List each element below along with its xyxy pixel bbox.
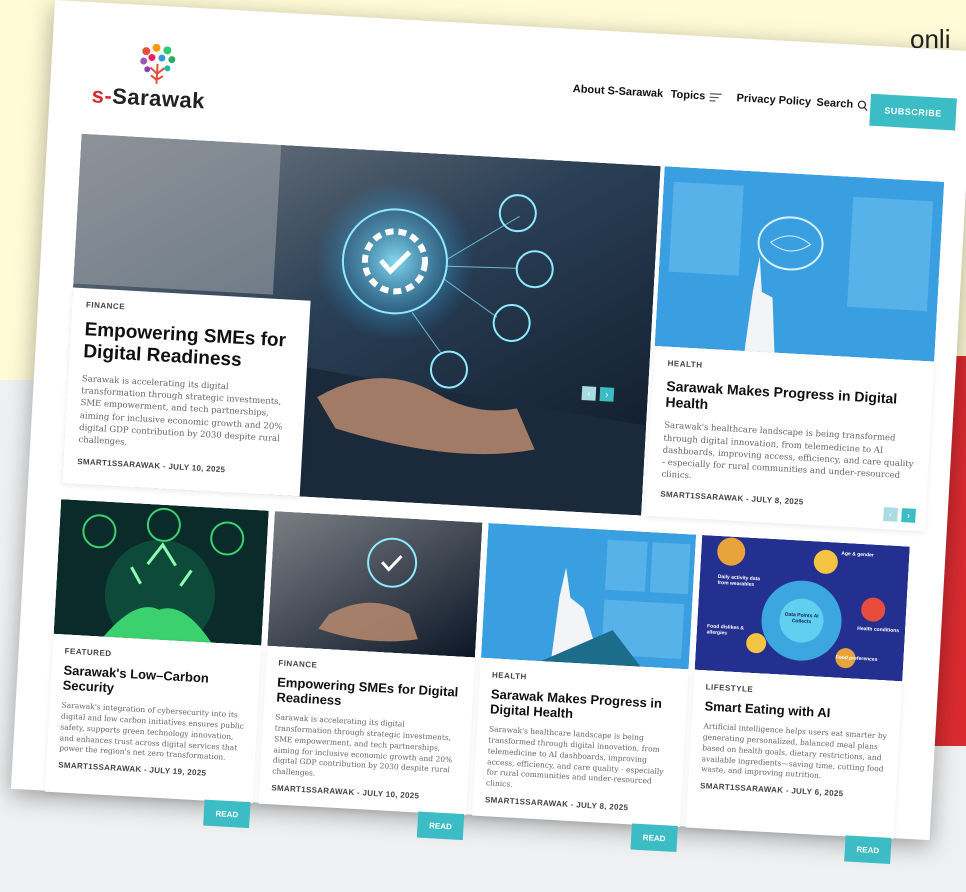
nav-privacy[interactable]: Privacy Policy xyxy=(736,92,811,108)
grid-image-low-carbon[interactable] xyxy=(53,499,269,646)
read-button[interactable]: READ xyxy=(844,835,892,864)
grid-card[interactable]: LIFESTYLE Smart Eating with AI Artificia… xyxy=(685,669,903,840)
grid-image-smart-eating[interactable]: Data Points AI Collects Age & gender Dai… xyxy=(694,534,910,682)
website-screenshot: s-Sarawak About S-Sarawak Topics Privacy… xyxy=(10,0,966,864)
hero-next-button[interactable]: › xyxy=(599,387,615,402)
grid-card-category: LIFESTYLE xyxy=(705,682,754,695)
side-next-button[interactable]: › xyxy=(901,508,916,523)
subscribe-button[interactable]: SUBSCRIBE xyxy=(869,93,957,131)
chevron-right-icon: › xyxy=(605,389,609,400)
logo-prefix: s- xyxy=(91,82,113,109)
grid-card-category: FEATURED xyxy=(64,646,112,659)
grid-card-category: HEALTH xyxy=(491,670,528,682)
grid-card-excerpt: Sarawak is accelerating its digital tran… xyxy=(272,712,453,778)
logo-wordmark: s-Sarawak xyxy=(91,82,206,114)
grid-card[interactable]: FEATURED Sarawak's Low–Carbon Security S… xyxy=(44,633,262,804)
read-button[interactable]: READ xyxy=(203,799,251,829)
side-card[interactable]: HEALTH Sarawak Makes Progress in Digital… xyxy=(645,346,935,532)
hero-meta: SMART1SSARAWAK - JULY 10, 2025 xyxy=(77,456,226,474)
nav-topics-label: Topics xyxy=(670,88,706,103)
side-image[interactable] xyxy=(654,166,945,362)
nav-search[interactable]: Search xyxy=(816,97,868,112)
side-title[interactable]: Sarawak Makes Progress in Digital Health xyxy=(665,378,918,424)
infographic-label-allergies: Food dislikes & allergies xyxy=(706,623,745,637)
hero-prev-button[interactable]: ‹ xyxy=(581,386,597,401)
grid-card-meta: SMART1SSARAWAK - JULY 8, 2025 xyxy=(484,795,629,813)
grid-card-meta: SMART1SSARAWAK - JULY 6, 2025 xyxy=(699,781,844,799)
grid-card[interactable]: HEALTH Sarawak Makes Progress in Digital… xyxy=(472,657,689,828)
grid-card-excerpt: Artificial intelligence helps users eat … xyxy=(700,721,888,781)
side-excerpt: Sarawak's healthcare landscape is being … xyxy=(661,420,914,482)
menu-lines-icon xyxy=(709,92,722,102)
grid-image-health[interactable] xyxy=(480,523,697,670)
nav-about[interactable]: About S-Sarawak xyxy=(573,83,664,100)
logo-name: Sarawak xyxy=(111,83,206,114)
infographic-label-activity: Daily activity data from wearables xyxy=(717,573,761,588)
read-button[interactable]: READ xyxy=(416,811,465,841)
grid-card-title[interactable]: Sarawak Makes Progress in Digital Health xyxy=(490,686,675,727)
grid-card-excerpt: Sarawak's healthcare landscape is being … xyxy=(485,724,664,790)
infographic-center-label: Data Points AI Collects xyxy=(784,611,819,626)
grid-card-meta: SMART1SSARAWAK - JULY 19, 2025 xyxy=(58,760,207,778)
grid-card-title[interactable]: Sarawak's Low–Carbon Security xyxy=(62,663,247,704)
grid-card-title[interactable]: Smart Eating with AI xyxy=(704,698,889,724)
chevron-left-icon: ‹ xyxy=(587,388,591,399)
grid-card-excerpt: Sarawak's integration of cybersecurity i… xyxy=(58,700,245,763)
read-button[interactable]: READ xyxy=(630,823,678,853)
grid-card-meta: SMART1SSARAWAK - JULY 10, 2025 xyxy=(271,783,420,801)
grid-image-sme[interactable] xyxy=(267,511,483,658)
nav-privacy-label: Privacy Policy xyxy=(736,92,812,109)
grid-card-title[interactable]: Empowering SMEs for Digital Readiness xyxy=(276,674,461,715)
nav-topics[interactable]: Topics xyxy=(670,88,722,104)
grid-card[interactable]: FINANCE Empowering SMEs for Digital Read… xyxy=(258,645,475,816)
site-logo[interactable]: s-Sarawak xyxy=(91,40,225,117)
nav-about-label: About S-Sarawak xyxy=(572,83,664,101)
side-prev-button[interactable]: ‹ xyxy=(883,507,898,522)
hero-category: FINANCE xyxy=(85,300,126,312)
hero-card[interactable]: FINANCE Empowering SMEs for Digital Read… xyxy=(62,287,311,497)
search-icon xyxy=(857,100,868,111)
side-category: HEALTH xyxy=(667,358,703,370)
nav-search-label: Search xyxy=(816,96,854,111)
chevron-left-icon: ‹ xyxy=(888,509,893,520)
logo-mark-icon xyxy=(140,43,176,84)
chevron-right-icon: › xyxy=(906,510,911,521)
hero-title[interactable]: Empowering SMEs for Digital Readiness xyxy=(83,319,295,374)
grid-card-category: FINANCE xyxy=(278,658,318,670)
hero-excerpt: Sarawak is accelerating its digital tran… xyxy=(78,373,283,448)
